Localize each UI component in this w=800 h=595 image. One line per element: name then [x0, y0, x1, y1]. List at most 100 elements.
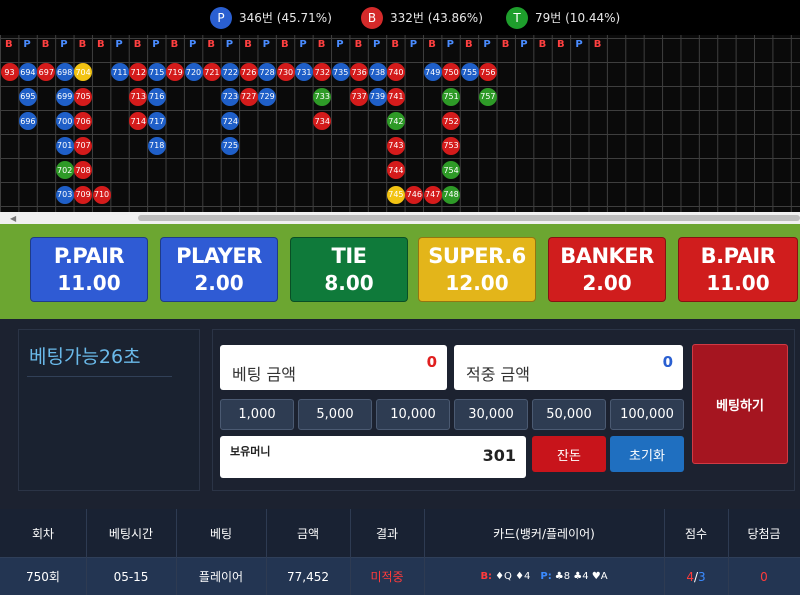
road-cell: 744: [386, 161, 405, 179]
road-cell: 739: [368, 87, 387, 106]
bet-banker-pair[interactable]: B.PAIR 11.00: [678, 237, 798, 302]
col-divider: [266, 509, 267, 595]
road-header-b: B: [207, 39, 216, 50]
place-bet-button[interactable]: 베팅하기: [692, 344, 788, 464]
road-header-b: B: [501, 39, 510, 50]
road-header-p: P: [299, 39, 307, 50]
road-cell: 718: [147, 136, 166, 155]
chip-10000[interactable]: 10,000: [376, 399, 450, 430]
reset-button[interactable]: 초기화: [610, 436, 684, 472]
banker-stat: B 332번 (43.86%): [361, 5, 483, 30]
chip-5000[interactable]: 5,000: [298, 399, 372, 430]
road-cell: 715: [147, 63, 166, 81]
col-cards: 카드(뱅커/플레이어): [424, 509, 664, 557]
bet-tie[interactable]: TIE 8.00: [290, 237, 408, 302]
road-cell: 713: [129, 87, 148, 106]
road-header-p: P: [336, 39, 344, 50]
road-cell: 724: [221, 112, 240, 130]
bet-player-pair[interactable]: P.PAIR 11.00: [30, 237, 148, 302]
road-cell: 695: [18, 87, 37, 106]
row-result: 미적중: [350, 557, 424, 595]
row-score: 4/3: [664, 557, 728, 595]
road-header-b: B: [170, 39, 179, 50]
road-cell: 712: [129, 63, 148, 81]
road-cell: 738: [368, 63, 387, 81]
scrollbar-thumb[interactable]: [138, 215, 800, 221]
road-cell: 704: [74, 63, 93, 81]
road-cell: 722: [221, 63, 240, 81]
road-cell: 729: [258, 87, 277, 106]
road-cell: 696: [18, 112, 37, 130]
scroll-left-icon[interactable]: ◀: [10, 214, 16, 223]
road-cell: 709: [74, 185, 93, 204]
bet-odds: 11.00: [706, 271, 770, 295]
stats-bar: P 346번 (45.71%) B 332번 (43.86%) T 79번 (1…: [0, 0, 800, 35]
chip-50000[interactable]: 50,000: [532, 399, 606, 430]
road-header-b: B: [538, 39, 547, 50]
road-cell: 736: [350, 63, 369, 81]
col-bet-time: 베팅시간: [86, 509, 176, 557]
road-header-b: B: [41, 39, 50, 50]
road-header-p: P: [262, 39, 270, 50]
bet-amount-field[interactable]: 베팅 금액 0: [220, 345, 447, 390]
player-cards: ♣8 ♣4 ♥A: [554, 571, 608, 582]
road-header-b: B: [78, 39, 87, 50]
change-button[interactable]: 잔돈: [532, 436, 606, 472]
road-cell: 727: [239, 87, 258, 106]
bet-player[interactable]: PLAYER 2.00: [160, 237, 278, 302]
balance-value: 301: [482, 446, 516, 465]
row-amount: 77,452: [266, 557, 350, 595]
chip-30000[interactable]: 30,000: [454, 399, 528, 430]
road-header-b: B: [557, 39, 565, 50]
horizontal-scrollbar[interactable]: ◀: [0, 212, 800, 224]
road-cell: 732: [313, 63, 332, 81]
road-cell: 753: [442, 136, 461, 155]
bet-odds: 8.00: [324, 271, 374, 295]
betting-timer: 베팅가능26초: [29, 346, 141, 368]
chip-100000[interactable]: 100,000: [610, 399, 684, 430]
banker-cards-label: B:: [480, 571, 493, 582]
bet-banker[interactable]: BANKER 2.00: [548, 237, 666, 302]
col-amount: 금액: [266, 509, 350, 557]
road-cell: 746: [405, 185, 424, 204]
bet-name: BANKER: [560, 244, 654, 268]
chip-1000[interactable]: 1,000: [220, 399, 294, 430]
player-badge: P: [210, 6, 232, 29]
road-header-p: P: [23, 39, 31, 50]
balance-field: 보유머니 301: [220, 436, 526, 478]
col-divider: [350, 509, 351, 595]
road-header-b: B: [593, 39, 602, 50]
road-cell: 734: [313, 112, 332, 130]
road-cell: 716: [147, 87, 166, 106]
bet-odds: 2.00: [582, 271, 632, 295]
road-header-b: B: [428, 39, 436, 50]
win-amount-value: 0: [662, 353, 673, 371]
player-cards-label: P:: [540, 571, 552, 582]
bet-name: SUPER.6: [428, 244, 526, 268]
road-cell: 697: [37, 63, 56, 81]
road-header-p: P: [575, 39, 583, 50]
bet-super6[interactable]: SUPER.6 12.00: [418, 237, 536, 302]
col-divider: [664, 509, 665, 595]
bet-name: TIE: [331, 244, 367, 268]
road-header-p: P: [446, 39, 454, 50]
road-header-b: B: [354, 39, 363, 50]
banker-stat-text: 332번 (43.86%): [390, 11, 483, 25]
road-header-p: P: [115, 39, 123, 50]
col-bet: 베팅: [176, 509, 266, 557]
road-cell: 720: [184, 63, 203, 81]
bet-amount-label: 베팅 금액: [232, 365, 296, 384]
road-cell: 756: [478, 63, 497, 81]
bet-amount-value: 0: [426, 353, 437, 371]
betting-panel: P.PAIR 11.00 PLAYER 2.00 TIE 8.00 SUPER.…: [0, 224, 800, 595]
banker-cards: ♦Q ♦4: [495, 571, 531, 582]
row-bet-time: 05-15: [86, 557, 176, 595]
road-cell: 93: [0, 63, 19, 81]
road-cell: 703: [55, 185, 74, 204]
road-cell: 728: [258, 63, 277, 81]
player-stat-text: 346번 (45.71%): [239, 11, 332, 25]
bead-road[interactable]: B P B P B B P B P B P B P B P B P B P B P B P B P B P B P B B P B 93 694 69…: [0, 35, 800, 212]
road-cell: 719: [166, 63, 185, 81]
road-cell: 755: [460, 63, 479, 81]
road-header-b: B: [465, 39, 473, 50]
